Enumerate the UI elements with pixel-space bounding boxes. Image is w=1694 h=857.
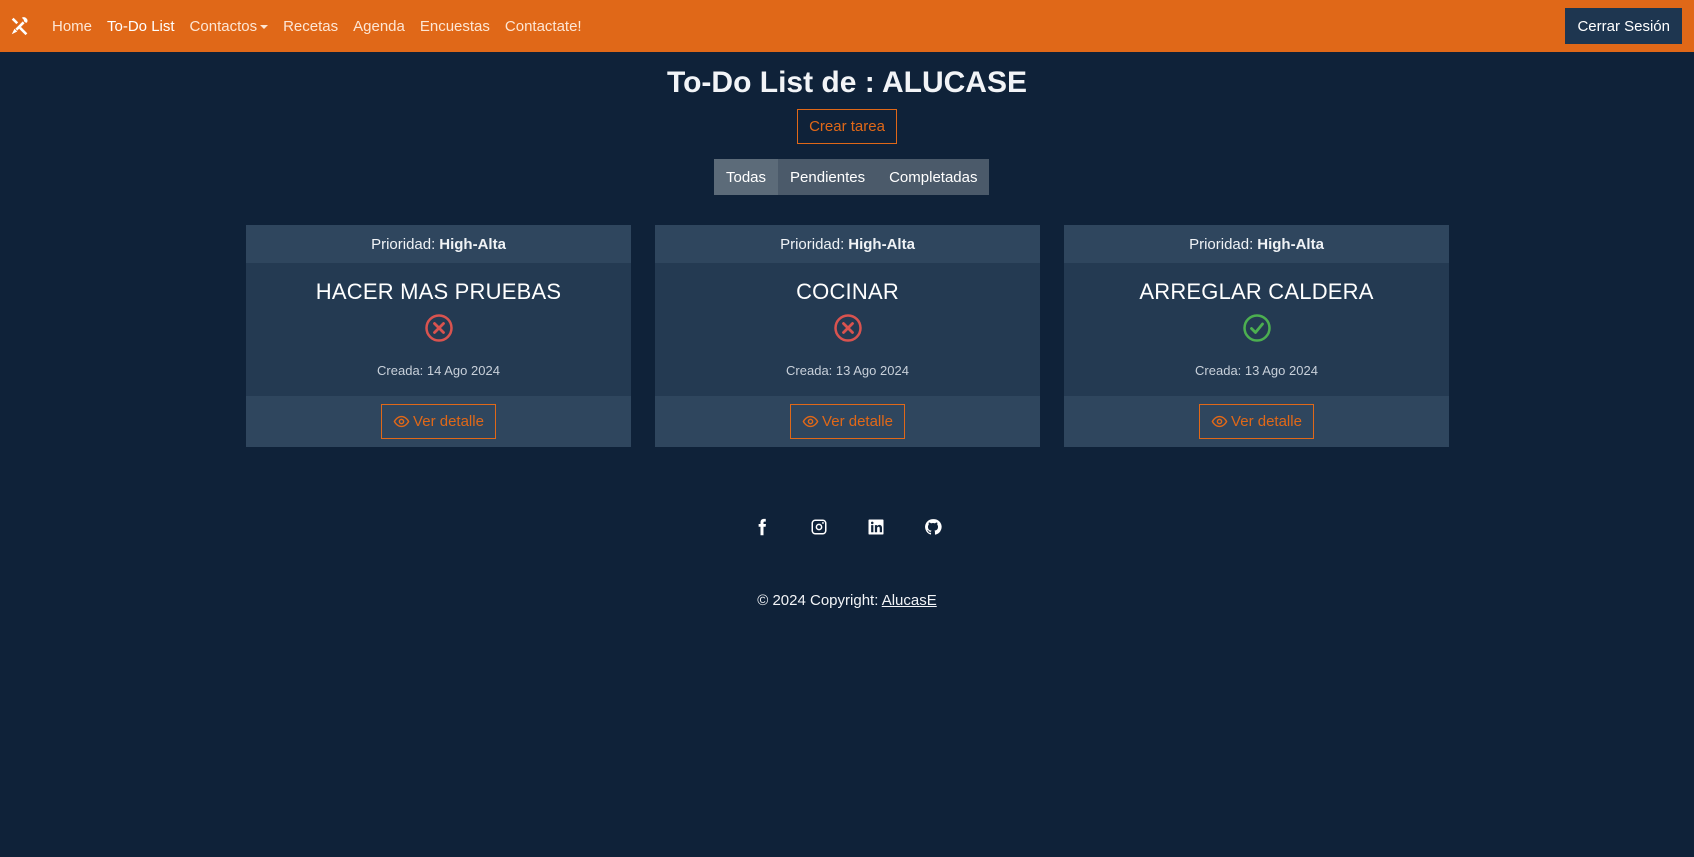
x-circle-icon (833, 314, 862, 342)
eye-icon (802, 415, 819, 428)
priority-label: Prioridad: (371, 235, 436, 253)
linkedin-link[interactable] (847, 514, 904, 540)
created-date: Creada: 13 Ago 2024 (786, 363, 909, 378)
card-priority: Prioridad: High-Alta (1064, 225, 1449, 263)
page-title: To-Do List de : ALUCASE (667, 66, 1027, 99)
linkedin-icon (868, 519, 883, 535)
view-detail-button[interactable]: Ver detalle (1199, 404, 1314, 439)
nav-contactos-dropdown[interactable]: Contactos (190, 18, 269, 35)
github-link[interactable] (904, 514, 961, 540)
copyright-link[interactable]: AlucasE (882, 592, 937, 609)
view-detail-label: Ver detalle (822, 413, 893, 430)
priority-label: Prioridad: (780, 235, 845, 253)
created-date: Creada: 14 Ago 2024 (377, 363, 500, 378)
task-title: HACER MAS PRUEBAS (315, 279, 562, 304)
card-body: HACER MAS PRUEBAS Creada: 14 Ago 2024 (246, 263, 631, 396)
copyright-text: © 2024 Copyright: (757, 592, 879, 609)
priority-value: High-Alta (848, 235, 915, 253)
social-links (0, 514, 1694, 540)
filter-todas-button[interactable]: Todas (714, 159, 779, 195)
task-card: Prioridad: High-Alta HACER MAS PRUEBAS Cr… (246, 225, 631, 447)
x-circle-icon (424, 314, 453, 342)
task-card: Prioridad: High-Alta COCINAR Creada: 13 A… (655, 225, 1040, 447)
caret-down-icon (260, 24, 269, 29)
priority-label: Prioridad: (1189, 235, 1254, 253)
filter-completadas-button[interactable]: Completadas (877, 159, 990, 195)
eye-icon (1211, 415, 1228, 428)
facebook-link[interactable] (733, 514, 790, 540)
task-title: ARREGLAR CALDERA (1139, 279, 1374, 304)
filter-pendientes-button[interactable]: Pendientes (778, 159, 878, 195)
card-footer: Ver detalle (1064, 396, 1449, 447)
card-footer: Ver detalle (246, 396, 631, 447)
priority-value: High-Alta (1257, 235, 1324, 253)
github-icon (924, 519, 942, 535)
filter-button-group: Todas Pendientes Completadas (714, 159, 990, 195)
facebook-icon (758, 518, 766, 536)
card-body: ARREGLAR CALDERA Creada: 13 Ago 2024 (1064, 263, 1449, 396)
card-body: COCINAR Creada: 13 Ago 2024 (655, 263, 1040, 396)
card-priority: Prioridad: High-Alta (246, 225, 631, 263)
check-circle-icon (1242, 314, 1271, 342)
task-card: Prioridad: High-Alta ARREGLAR CALDERA Cre… (1064, 225, 1449, 447)
view-detail-button[interactable]: Ver detalle (790, 404, 905, 439)
nav-contactos-label: Contactos (189, 17, 258, 35)
brand-logo[interactable] (0, 0, 40, 52)
nav-links: Home To-Do List Contactos Recetas Agenda… (52, 18, 597, 35)
priority-value: High-Alta (439, 235, 506, 253)
card-priority: Prioridad: High-Alta (655, 225, 1040, 263)
nav-todo-list[interactable]: To-Do List (107, 18, 175, 35)
nav-home[interactable]: Home (52, 18, 92, 35)
view-detail-button[interactable]: Ver detalle (381, 404, 496, 439)
view-detail-label: Ver detalle (1231, 413, 1302, 430)
nav-contactate[interactable]: Contactate! (505, 18, 582, 35)
instagram-link[interactable] (790, 514, 847, 540)
tools-icon (11, 17, 28, 36)
task-title: COCINAR (796, 279, 899, 304)
nav-encuestas[interactable]: Encuestas (420, 18, 490, 35)
created-date: Creada: 13 Ago 2024 (1195, 363, 1318, 378)
card-footer: Ver detalle (655, 396, 1040, 447)
navbar: Home To-Do List Contactos Recetas Agenda… (0, 0, 1694, 52)
instagram-icon (811, 519, 826, 535)
copyright: © 2024 Copyright: AlucasE (0, 592, 1694, 609)
logout-button[interactable]: Cerrar Sesión (1565, 8, 1682, 44)
task-cards: Prioridad: High-Alta HACER MAS PRUEBAS Cr… (246, 225, 1449, 447)
nav-recetas[interactable]: Recetas (283, 18, 338, 35)
create-task-button[interactable]: Crear tarea (797, 109, 897, 144)
view-detail-label: Ver detalle (413, 413, 484, 430)
eye-icon (393, 415, 410, 428)
nav-agenda[interactable]: Agenda (353, 18, 405, 35)
